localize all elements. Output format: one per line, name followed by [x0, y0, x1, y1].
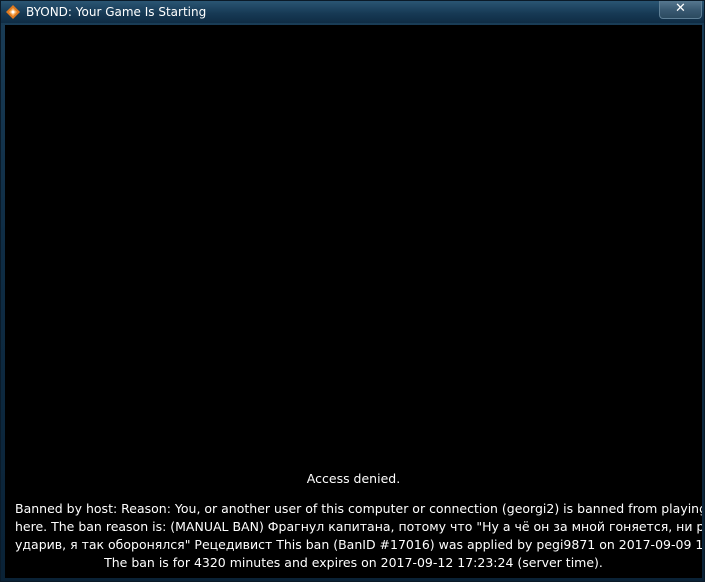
game-window: BYOND: Your Game Is Starting ✕ Access de…	[0, 0, 705, 582]
ban-message-line: The ban is for 4320 minutes and expires …	[104, 555, 603, 570]
close-icon: ✕	[675, 1, 686, 16]
ban-message-line: here. The ban reason is: (MANUAL BAN) Фр…	[15, 519, 702, 534]
ban-message-line: Banned by host: Reason: You, or another …	[15, 501, 702, 516]
game-output-area: Access denied. Banned by host: Reason: Y…	[5, 25, 702, 578]
byond-icon	[6, 5, 20, 19]
access-denied-text: Access denied.	[306, 471, 401, 486]
ban-message: Banned by host: Reason: You, or another …	[15, 500, 702, 572]
window-title: BYOND: Your Game Is Starting	[26, 5, 207, 19]
title-bar[interactable]: BYOND: Your Game Is Starting ✕	[1, 1, 704, 23]
ban-message-line: ударив, я так оборонялся" Рецедивист Thi…	[15, 537, 702, 552]
close-button[interactable]: ✕	[659, 1, 702, 19]
